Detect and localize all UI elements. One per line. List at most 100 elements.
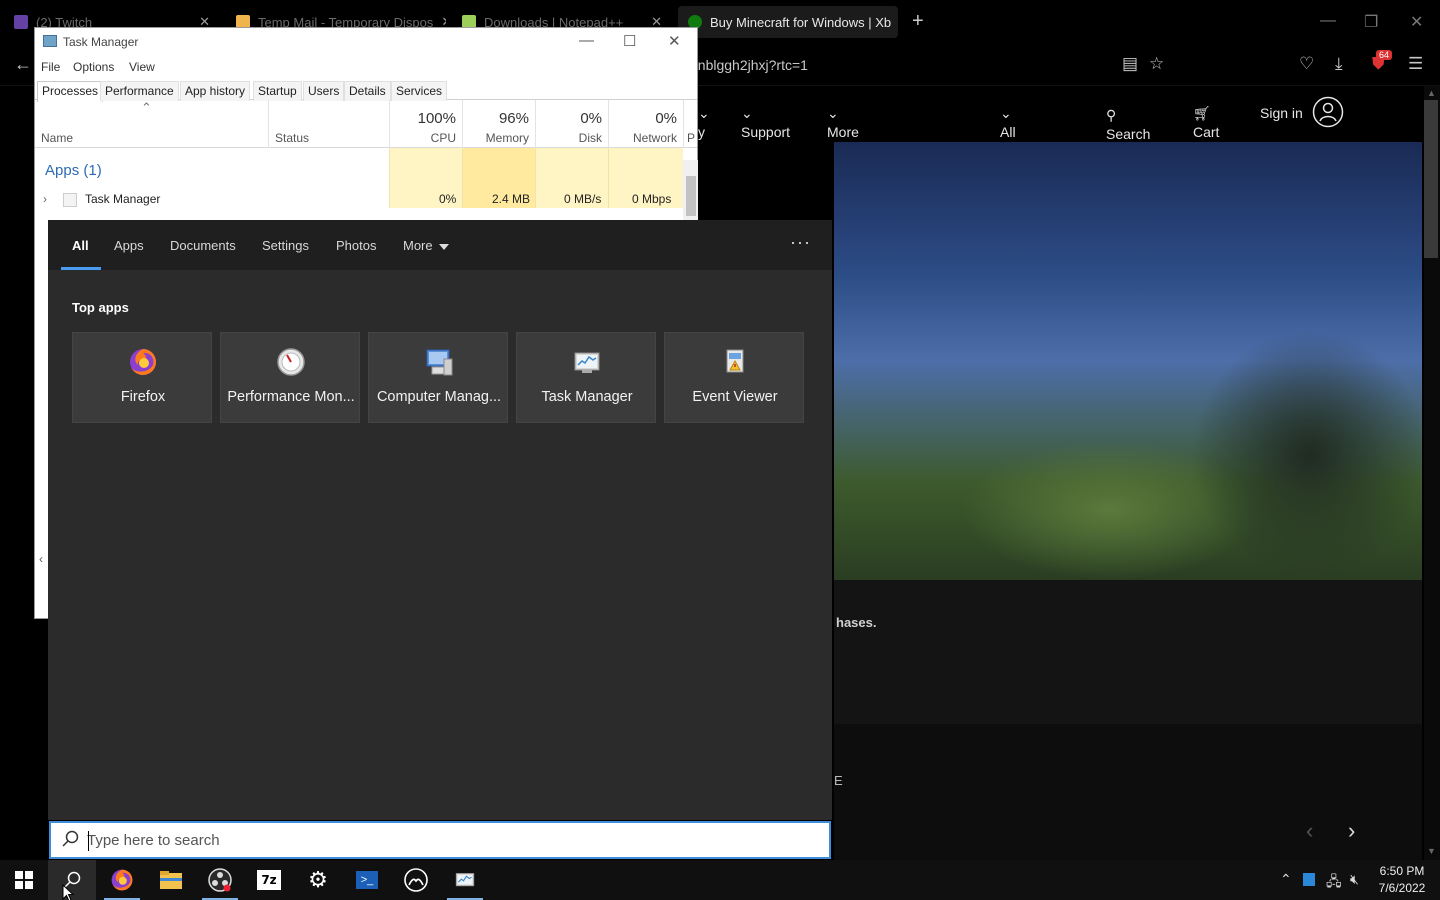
disk-percent: 0% [580,110,602,127]
search-input[interactable] [87,829,787,851]
app-tile-task-manager[interactable]: Task Manager [516,332,656,423]
filter-tab-settings[interactable]: Settings [262,238,309,253]
volume-muted-icon[interactable]: 🔇︎ [1350,871,1359,888]
filter-tab-photos[interactable]: Photos [336,238,376,253]
nav-sign-in[interactable]: Sign in [1260,105,1303,121]
xbox-controller-icon [404,868,428,892]
window-title: Task Manager [63,35,139,49]
minimize-icon[interactable]: — [1320,12,1336,30]
onedrive-icon[interactable] [1303,873,1315,886]
filter-tab-more[interactable]: More [403,238,449,253]
taskbar-search-box[interactable] [49,821,831,859]
carousel-next-icon[interactable]: › [1348,818,1355,844]
table-row[interactable]: › Task Manager 0% 2.4 MB 0 MB/s 0 Mbps [35,191,685,208]
tab-details[interactable]: Details [344,81,391,101]
nav-all-microsoft[interactable]: All Microsoft ⌄ [1000,105,1057,156]
scroll-down-icon[interactable]: ▼ [1427,846,1436,856]
column-cpu[interactable]: 100% CPU [389,100,462,148]
taskbar: 7z ⚙ >_ ⌃ 🖧︎ 🔇︎ 6:50 PM 7/6/2022 [0,860,1440,900]
taskbar-file-explorer[interactable] [147,860,195,900]
new-tab-icon[interactable]: + [912,10,924,33]
app-tile-performance-monitor[interactable]: Performance Mon... [220,332,360,423]
network-icon[interactable]: 🖧︎ [1326,871,1342,895]
bookmark-star-icon[interactable]: ☆ [1149,54,1164,74]
column-status: Status [275,131,310,145]
taskbar-firefox[interactable] [98,860,146,900]
page-scrollbar-thumb[interactable] [1424,100,1438,258]
expand-chevron-icon[interactable]: › [43,192,47,206]
start-button[interactable] [0,860,48,900]
tab-app-history[interactable]: App history [180,81,251,101]
7zip-icon: 7z [257,870,281,890]
taskbar-obs[interactable] [196,860,244,900]
filter-tab-all[interactable]: All [72,238,89,253]
pocket-icon[interactable]: ♡ [1299,54,1314,74]
menu-options[interactable]: Options [73,60,114,74]
app-tile-event-viewer[interactable]: Event Viewer [664,332,804,423]
close-icon[interactable]: ✕ [891,14,898,30]
column-network[interactable]: 0% Network [608,100,683,148]
menu-file[interactable]: File [41,60,60,74]
app-tile-computer-management[interactable]: Computer Manag... [368,332,508,423]
filter-tab-apps[interactable]: Apps [114,238,144,253]
nav-cart[interactable]: Cart 🛒︎ [1193,105,1219,140]
column-memory[interactable]: 96% Memory [462,100,535,148]
scroll-up-icon[interactable]: ▲ [1427,88,1436,98]
text-caret [88,831,89,851]
nav-support[interactable]: Support ⌄ [741,105,790,140]
h-scroll-left-icon[interactable]: ‹ [39,552,43,566]
nav-item-partial[interactable]: y ⌄ [698,105,710,140]
network-label: Network [632,131,677,145]
tab-processes[interactable]: Processes [37,81,104,102]
taskbar-xbox[interactable] [392,860,440,900]
download-icon[interactable]: ⤓ [1335,54,1343,74]
taskbar-settings[interactable]: ⚙ [294,860,342,900]
close-window-icon[interactable]: ✕ [1410,12,1423,32]
maximize-icon[interactable]: ☐ [623,32,636,50]
task-manager-titlebar[interactable]: Task Manager — ☐ ✕ [35,28,697,56]
caret-down-icon [438,243,449,250]
taskbar-7zip[interactable]: 7z [245,860,293,900]
account-avatar-icon[interactable] [1312,96,1344,128]
extension-badge: 64 [1376,50,1393,60]
back-arrow-icon[interactable]: ← [14,54,32,75]
app-label: Firefox [120,389,166,405]
more-options-icon[interactable]: ··· [790,232,811,253]
close-icon[interactable]: ✕ [668,32,681,50]
url-bar[interactable]: 9nblggh2jhxj?rtc=1 [690,48,1180,82]
filter-tab-documents[interactable]: Documents [170,238,236,253]
show-hidden-icons-icon[interactable]: ⌃ [1280,871,1292,888]
sort-caret-icon: ⌃ [141,100,152,115]
tab-services[interactable]: Services [391,81,448,101]
column-name[interactable]: Name [41,131,73,145]
app-tile-firefox[interactable]: Firefox [72,332,212,423]
mouse-cursor-icon [62,884,74,900]
column-status-header[interactable]: Status [268,100,389,148]
carousel-prev-icon[interactable]: ‹ [1306,818,1313,844]
reader-view-icon[interactable]: ▤ [1122,54,1138,74]
column-disk[interactable]: 0% Disk [535,100,608,148]
process-scrollbar-thumb[interactable] [686,176,696,216]
nav-search[interactable]: Search ⚲ [1106,107,1150,142]
system-clock[interactable]: 6:50 PM 7/6/2022 [1370,863,1434,897]
process-icon [63,193,77,207]
nav-more[interactable]: More ⌄ [827,105,859,140]
cpu-label: CPU [430,131,456,145]
hamburger-menu-icon[interactable]: ☰ [1408,54,1423,74]
browser-tab-minecraft[interactable]: Buy Minecraft for Windows | Xb ✕ [678,6,898,38]
process-cpu: 0% [439,192,457,206]
folder-icon [160,871,182,889]
column-power[interactable]: P [683,100,697,148]
page-section [834,724,1422,860]
app-label: Computer Manag... [376,389,502,405]
disk-label: Disk [578,131,602,145]
process-network: 0 Mbps [632,192,672,206]
taskbar-task-manager[interactable] [441,860,489,900]
minimize-icon[interactable]: — [579,32,594,49]
tab-startup[interactable]: Startup [253,81,302,101]
tab-users[interactable]: Users [303,81,345,101]
menu-view[interactable]: View [129,60,155,74]
taskbar-powershell[interactable]: >_ [343,860,391,900]
restore-icon[interactable]: ❐ [1364,12,1378,32]
tab-performance[interactable]: Performance [100,81,179,101]
